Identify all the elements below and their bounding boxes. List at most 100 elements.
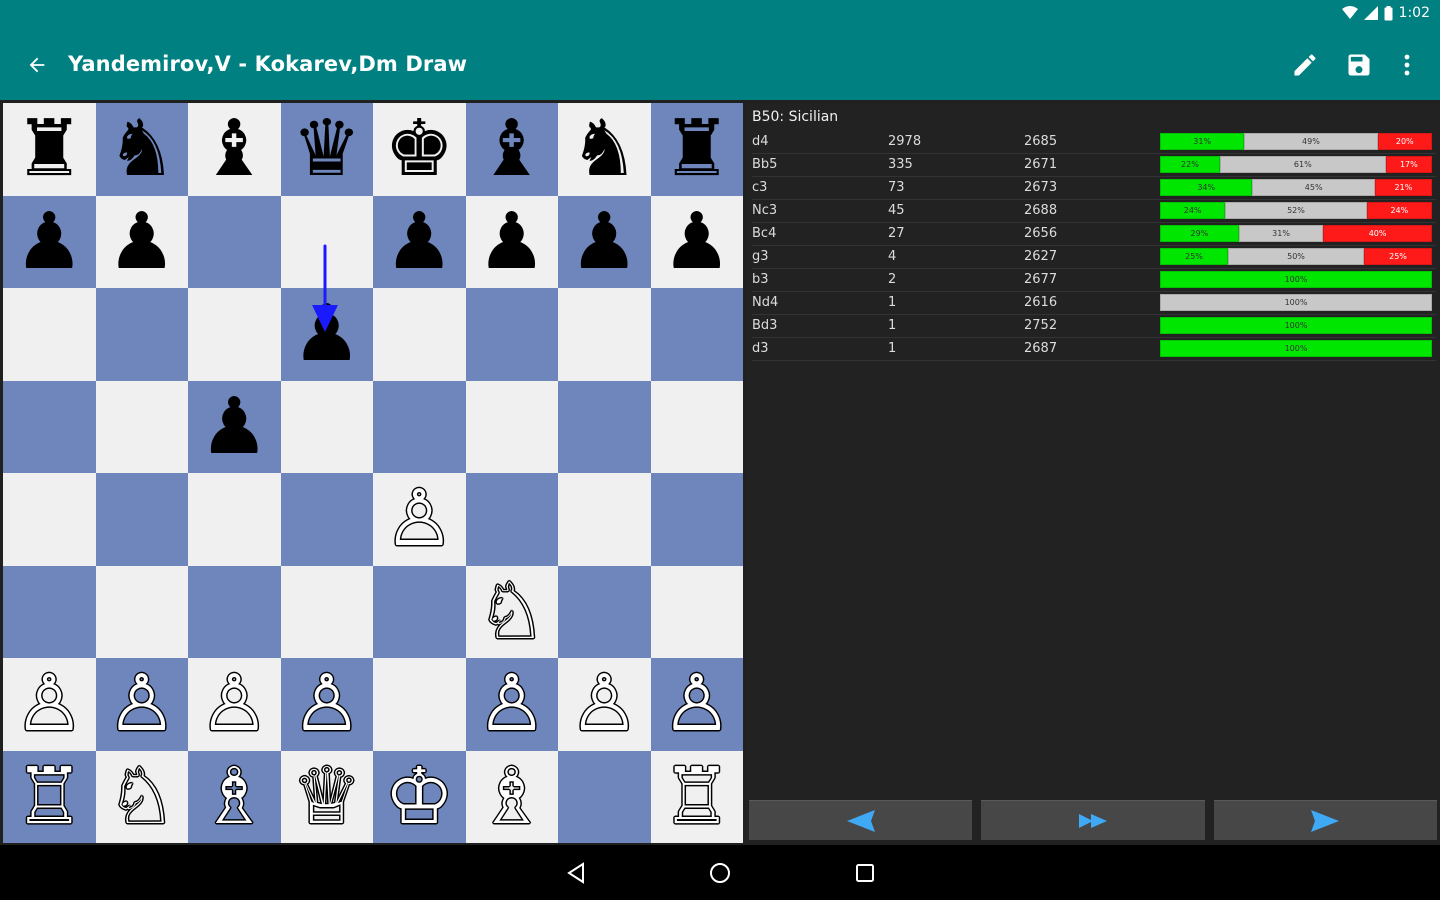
square-d4[interactable] <box>280 473 373 566</box>
square-e5[interactable] <box>373 380 466 473</box>
save-button[interactable] <box>1342 48 1376 82</box>
square-b7[interactable]: ♟ <box>95 195 188 288</box>
square-f5[interactable] <box>465 380 558 473</box>
chess-piece[interactable]: ♛ <box>292 110 362 188</box>
square-b6[interactable] <box>95 288 188 381</box>
chess-piece[interactable]: ♙ <box>199 665 269 743</box>
square-c2[interactable]: ♙ <box>188 658 281 751</box>
square-c7[interactable] <box>188 195 281 288</box>
square-c6[interactable] <box>188 288 281 381</box>
chess-piece[interactable]: ♕ <box>292 758 362 836</box>
chess-piece[interactable]: ♝ <box>199 110 269 188</box>
square-e8[interactable]: ♚ <box>373 103 466 196</box>
more-options-button[interactable] <box>1390 48 1424 82</box>
chess-piece[interactable]: ♜ <box>14 110 84 188</box>
square-c1[interactable]: ♗ <box>188 750 281 843</box>
square-g5[interactable] <box>558 380 651 473</box>
chess-piece[interactable]: ♖ <box>662 758 732 836</box>
square-h1[interactable]: ♖ <box>650 750 743 843</box>
square-c5[interactable]: ♟ <box>188 380 281 473</box>
square-f4[interactable] <box>465 473 558 566</box>
square-e1[interactable]: ♔ <box>373 750 466 843</box>
square-f7[interactable]: ♟ <box>465 195 558 288</box>
chess-piece[interactable]: ♙ <box>384 480 454 558</box>
chess-piece[interactable]: ♙ <box>292 665 362 743</box>
book-move-row[interactable]: g3 4 2627 25% 50% 25% <box>752 246 1436 269</box>
chess-piece[interactable]: ♜ <box>662 110 732 188</box>
square-c3[interactable] <box>188 565 281 658</box>
square-a3[interactable] <box>3 565 96 658</box>
square-a6[interactable] <box>3 288 96 381</box>
chess-piece[interactable]: ♞ <box>569 110 639 188</box>
square-a2[interactable]: ♙ <box>3 658 96 751</box>
square-a1[interactable]: ♖ <box>3 750 96 843</box>
previous-move-button[interactable] <box>749 800 973 840</box>
square-a8[interactable]: ♜ <box>3 103 96 196</box>
square-g7[interactable]: ♟ <box>558 195 651 288</box>
square-a5[interactable] <box>3 380 96 473</box>
book-move-row[interactable]: Nd4 1 2616 100% <box>752 292 1436 315</box>
square-f2[interactable]: ♙ <box>465 658 558 751</box>
square-f8[interactable]: ♝ <box>465 103 558 196</box>
edit-button[interactable] <box>1288 48 1322 82</box>
book-move-row[interactable]: Bc4 27 2656 29% 31% 40% <box>752 223 1436 246</box>
square-b5[interactable] <box>95 380 188 473</box>
chess-piece[interactable]: ♙ <box>569 665 639 743</box>
nav-home-button[interactable] <box>706 859 734 887</box>
square-g3[interactable] <box>558 565 651 658</box>
square-c8[interactable]: ♝ <box>188 103 281 196</box>
square-h6[interactable] <box>650 288 743 381</box>
square-e6[interactable] <box>373 288 466 381</box>
square-d3[interactable] <box>280 565 373 658</box>
book-move-row[interactable]: d3 1 2687 100% <box>752 338 1436 361</box>
square-d6[interactable]: ♟ <box>280 288 373 381</box>
square-h8[interactable]: ♜ <box>650 103 743 196</box>
fast-forward-button[interactable] <box>981 800 1205 840</box>
square-a4[interactable] <box>3 473 96 566</box>
back-button[interactable] <box>22 50 52 80</box>
square-b1[interactable]: ♘ <box>95 750 188 843</box>
square-e2[interactable] <box>373 658 466 751</box>
square-h7[interactable]: ♟ <box>650 195 743 288</box>
square-c4[interactable] <box>188 473 281 566</box>
square-h3[interactable] <box>650 565 743 658</box>
square-g4[interactable] <box>558 473 651 566</box>
chess-piece[interactable]: ♙ <box>662 665 732 743</box>
chess-piece[interactable]: ♟ <box>199 388 269 466</box>
book-move-row[interactable]: c3 73 2673 34% 45% 21% <box>752 177 1436 200</box>
square-h5[interactable] <box>650 380 743 473</box>
square-g1[interactable] <box>558 750 651 843</box>
square-g6[interactable] <box>558 288 651 381</box>
square-e4[interactable]: ♙ <box>373 473 466 566</box>
square-d2[interactable]: ♙ <box>280 658 373 751</box>
chess-piece[interactable]: ♚ <box>384 110 454 188</box>
chess-piece[interactable]: ♟ <box>292 295 362 373</box>
square-b8[interactable]: ♞ <box>95 103 188 196</box>
book-move-row[interactable]: Bb5 335 2671 22% 61% 17% <box>752 154 1436 177</box>
chess-piece[interactable]: ♟ <box>384 203 454 281</box>
chess-piece[interactable]: ♟ <box>14 203 84 281</box>
square-g8[interactable]: ♞ <box>558 103 651 196</box>
chess-piece[interactable]: ♙ <box>107 665 177 743</box>
chess-piece[interactable]: ♞ <box>107 110 177 188</box>
square-f3[interactable]: ♘ <box>465 565 558 658</box>
chess-board[interactable]: ♜ ♞ ♝ ♛ ♚ ♝ ♞ ♜ ♟ ♟ ♟ ♟ ♟ ♟ ♟ ♟ ♙ ♘ ♙ ♙ ♙ ♙ ♙ ♙ ♙ ♖ ♘ ♗ ♕ ♔ ♗ ♖ <box>3 103 743 843</box>
chess-piece[interactable]: ♖ <box>14 758 84 836</box>
square-b4[interactable] <box>95 473 188 566</box>
square-b2[interactable]: ♙ <box>95 658 188 751</box>
square-f6[interactable] <box>465 288 558 381</box>
square-e7[interactable]: ♟ <box>373 195 466 288</box>
book-move-row[interactable]: Nc3 45 2688 24% 52% 24% <box>752 200 1436 223</box>
chess-piece[interactable]: ♗ <box>477 758 547 836</box>
nav-recents-button[interactable] <box>851 859 879 887</box>
chess-piece[interactable]: ♟ <box>477 203 547 281</box>
square-d1[interactable]: ♕ <box>280 750 373 843</box>
chess-piece[interactable]: ♘ <box>477 573 547 651</box>
chess-piece[interactable]: ♔ <box>384 758 454 836</box>
square-d5[interactable] <box>280 380 373 473</box>
square-b3[interactable] <box>95 565 188 658</box>
chess-piece[interactable]: ♝ <box>477 110 547 188</box>
chess-piece[interactable]: ♙ <box>14 665 84 743</box>
chess-piece[interactable]: ♟ <box>107 203 177 281</box>
next-move-button[interactable] <box>1213 800 1437 840</box>
